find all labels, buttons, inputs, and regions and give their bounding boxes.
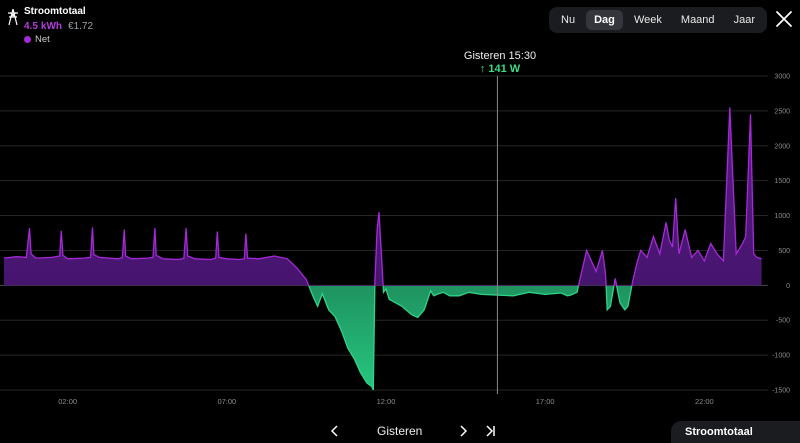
y-tick-label: 500 — [778, 248, 790, 255]
y-tick-label: 1000 — [774, 213, 790, 220]
x-axis: 02:00 07:00 12:00 17:00 22:00 — [58, 397, 713, 406]
y-tick-label: -1000 — [772, 353, 790, 360]
y-tick-label: -500 — [776, 318, 790, 325]
y-tick-label: 2500 — [774, 108, 790, 115]
y-tick-label: 0 — [786, 283, 790, 290]
import-area — [4, 107, 762, 286]
y-tick-label: 2000 — [774, 143, 790, 150]
cursor-value: ↑ 141 W — [479, 63, 521, 75]
y-axis: 3000 2500 2000 1500 1000 500 0 -500 -1000 -1500 — [772, 74, 790, 395]
y-tick-label: -1500 — [772, 388, 790, 395]
import-line — [3, 107, 762, 286]
cursor-tooltip: Gisteren 15:30 ↑ 141 W — [464, 50, 536, 75]
chart-grid — [0, 75, 768, 391]
chevron-right-icon[interactable] — [457, 424, 469, 438]
x-tick-label: 07:00 — [217, 397, 236, 406]
chart-areas — [3, 107, 762, 391]
x-tick-label: 02:00 — [58, 397, 77, 406]
skip-to-end-icon[interactable] — [483, 424, 497, 438]
x-tick-label: 22:00 — [695, 397, 714, 406]
power-chart[interactable]: 3000 2500 2000 1500 1000 500 0 -500 -1000 -1500 0… — [0, 0, 800, 420]
cursor-time: Gisteren 15:30 — [463, 50, 537, 62]
x-tick-label: 17:00 — [536, 397, 555, 406]
export-line — [308, 286, 633, 391]
y-tick-label: 3000 — [774, 74, 790, 81]
y-tick-label: 1500 — [774, 178, 790, 185]
date-label: Gisteren — [377, 424, 423, 438]
stroomtotaal-panel-button[interactable]: Stroomtotaal — [671, 421, 800, 443]
x-tick-label: 12:00 — [377, 397, 396, 406]
export-area — [308, 286, 632, 390]
chevron-left-icon[interactable] — [329, 424, 341, 438]
